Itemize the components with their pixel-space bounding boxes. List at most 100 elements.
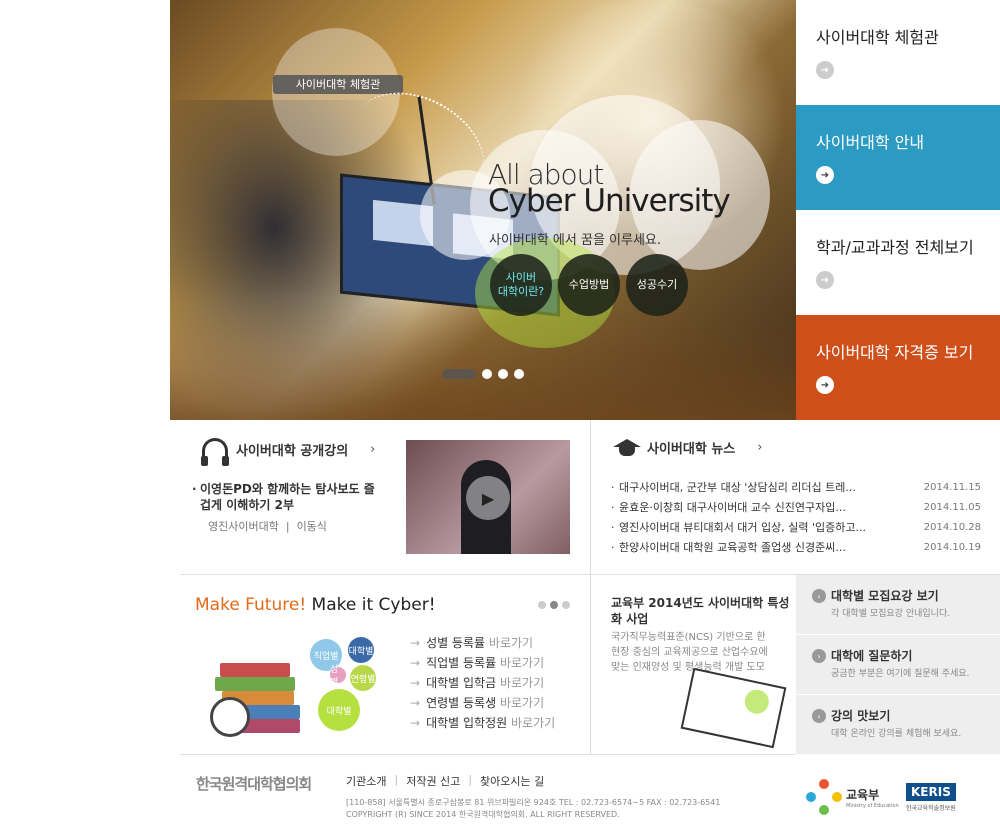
future-link-go: 바로가기	[499, 696, 545, 710]
arrow-right-icon: →	[410, 636, 421, 650]
news-item[interactable]: 한양사이버대 대학원 교육공학 졸업생 신경준씨... 2014.10.19	[611, 538, 981, 558]
moe-label: 교육부	[846, 787, 880, 802]
book	[220, 663, 290, 677]
lecture-title[interactable]: 이영돈PD와 함께하는 탐사보도 즐겁게 이해하기 2부	[192, 481, 380, 513]
news-date: 2014.11.15	[923, 482, 981, 493]
news-item[interactable]: 영진사이버대 뷰티대회서 대거 입상, 실력 '입증하고... 2014.10.2…	[611, 518, 981, 538]
menu-label: 사이버대학 체험관	[816, 28, 939, 47]
ministry-title: 교육부 2014년도 사이버대학 특성화 사업	[611, 596, 790, 626]
bubble-gender: 성별	[330, 665, 346, 688]
future-link-go: 바로가기	[499, 656, 545, 670]
lecture-video-thumbnail[interactable]: ▶	[406, 440, 570, 554]
moe-sub: Ministry of Education	[846, 802, 899, 809]
chevron-right-icon: ›	[757, 440, 763, 455]
quick-admission-guide[interactable]: › 대학별 모집요강 보기 각 대학별 모집요강 안내입니다.	[796, 575, 1000, 635]
play-icon[interactable]: ▶	[466, 476, 510, 520]
future-title-dark: Make it Cyber!	[306, 595, 436, 615]
ministry-project-banner[interactable]: 교육부 2014년도 사이버대학 특성화 사업 국가직무능력표준(NCS) 기반…	[590, 575, 796, 755]
news-title: 윤효운·이창희 대구사이버대 교수 신진연구자입...	[611, 498, 901, 518]
pager-dot[interactable]	[482, 369, 492, 379]
future-link[interactable]: → 성별 등록률 바로가기	[410, 633, 555, 653]
future-link-go: 바로가기	[511, 716, 556, 730]
circle-label: 사이버 대학이란?	[497, 271, 545, 298]
bubble-label: 연령별	[350, 674, 376, 685]
ministry-desc: 국가직무능력표준(NCS) 기반으로 한 현장 중심의 교육제공으로 산업수요에…	[611, 632, 768, 673]
news-date: 2014.10.28	[923, 522, 981, 533]
circle-label: 수업방법	[568, 278, 610, 291]
chevron-right-icon: ›	[812, 649, 826, 663]
keris-logo[interactable]: KERIS 한국교육학술정보원	[906, 781, 956, 812]
moe-symbol-icon	[806, 779, 842, 815]
make-future-section: Make Future! Make it Cyber! 직업별 대학별 성별 연…	[180, 575, 590, 755]
hero-subtitle: 사이버대학 에서 꿈을 이루세요.	[489, 233, 662, 248]
future-link-go: 바로가기	[488, 636, 534, 650]
future-link[interactable]: → 대학별 입학정원 바로가기	[410, 713, 555, 733]
menu-curriculum[interactable]: 학과/교과과정 전체보기 ➜	[796, 210, 1000, 315]
bubble-age: 연령별	[350, 665, 376, 691]
quick-label: 강의 맛보기	[831, 709, 891, 723]
chevron-right-icon: ›	[370, 441, 376, 457]
news-date: 2014.11.05	[923, 502, 981, 513]
circle-what-is-cyber[interactable]: 사이버 대학이란?	[490, 254, 552, 316]
menu-experience-hall[interactable]: 사이버대학 체험관 ➜	[796, 0, 1000, 105]
news-title: 한양사이버대 대학원 교육공학 졸업생 신경준씨...	[611, 538, 901, 558]
pager-dot[interactable]	[514, 369, 524, 379]
quick-sub: 대학 온라인 강의를 체험해 보세요.	[831, 729, 962, 739]
future-link[interactable]: → 연령별 등록생 바로가기	[410, 693, 555, 713]
footer-link-copyright[interactable]: 저작권 신고	[406, 773, 460, 789]
lecture-divider: |	[285, 520, 290, 533]
arrow-right-icon: →	[410, 676, 421, 690]
footer-link-about[interactable]: 기관소개	[346, 773, 386, 789]
arrow-right-icon: →	[410, 696, 421, 710]
news-date: 2014.10.19	[923, 542, 981, 553]
news-item[interactable]: 대구사이버대, 군간부 대상 '상담심리 리더십 트레... 2014.11.15	[611, 478, 981, 498]
moe-logo[interactable]: 교육부 Ministry of Education	[806, 779, 899, 815]
footer-link-directions[interactable]: 찾아오시는 길	[480, 773, 544, 789]
lecture-heading[interactable]: 사이버대학 공개강의 ›	[201, 438, 376, 466]
quick-lecture-preview[interactable]: › 강의 맛보기 대학 온라인 강의를 체험해 보세요.	[796, 695, 1000, 755]
future-title-orange: Make Future!	[195, 595, 307, 615]
quick-links: › 대학별 모집요강 보기 각 대학별 모집요강 안내입니다. › 대학에 질문…	[796, 575, 1000, 755]
news-item[interactable]: 윤효운·이창희 대구사이버대 교수 신진연구자입... 2014.11.05	[611, 498, 981, 518]
pager-dot[interactable]	[538, 601, 546, 609]
future-link-label: 대학별 입학정원	[426, 716, 508, 730]
menu-label: 사이버대학 안내	[816, 133, 925, 152]
lecture-professor: 이동식	[296, 520, 327, 533]
lecture-school: 영진사이버대학	[208, 520, 279, 533]
arrow-right-icon: ➜	[816, 271, 834, 289]
news-heading[interactable]: 사이버대학 뉴스 ›	[613, 438, 762, 457]
graduation-cap-icon	[613, 438, 641, 457]
chevron-right-icon: ›	[812, 589, 826, 603]
menu-guide[interactable]: 사이버대학 안내 ➜	[796, 105, 1000, 210]
books-illustration: 직업별 대학별 성별 연령별 대학별	[210, 633, 390, 743]
arrow-right-icon: →	[410, 716, 421, 730]
arrow-right-icon: ➜	[816, 166, 834, 184]
pager-dot[interactable]	[550, 601, 558, 609]
quick-ask-question[interactable]: › 대학에 질문하기 궁금한 부분은 여기에 질문해 주세요.	[796, 635, 1000, 695]
future-link[interactable]: → 직업별 등록률 바로가기	[410, 653, 555, 673]
circle-class-method[interactable]: 수업방법	[558, 254, 620, 316]
keris-label: KERIS	[906, 783, 956, 801]
quick-sub: 궁금한 부분은 여기에 질문해 주세요.	[831, 669, 970, 679]
footer-divider: |	[468, 773, 473, 786]
future-link[interactable]: → 대학별 입학금 바로가기	[410, 673, 555, 693]
menu-label: 사이버대학 자격증 보기	[816, 343, 974, 362]
pager-active[interactable]	[442, 369, 476, 379]
hero-tag[interactable]: 사이버대학 체험관	[273, 75, 403, 94]
news-heading-label: 사이버대학 뉴스	[647, 442, 736, 457]
menu-certificate[interactable]: 사이버대학 자격증 보기 ➜	[796, 315, 1000, 420]
news-list: 대구사이버대, 군간부 대상 '상담심리 리더십 트레... 2014.11.15…	[611, 478, 981, 558]
future-link-label: 성별 등록률	[426, 636, 486, 650]
future-link-label: 대학별 입학금	[426, 676, 497, 690]
headset-icon	[201, 438, 229, 466]
news-section: 사이버대학 뉴스 › 대구사이버대, 군간부 대상 '상담심리 리더십 트레..…	[590, 420, 1000, 575]
footer-links: 기관소개 | 저작권 신고 | 찾아오시는 길	[346, 773, 544, 789]
bubble-label: 성별	[330, 665, 339, 688]
circle-label: 성공수기	[636, 278, 678, 291]
pager-dot[interactable]	[498, 369, 508, 379]
news-title: 대구사이버대, 군간부 대상 '상담심리 리더십 트레...	[611, 478, 901, 498]
circle-success-story[interactable]: 성공수기	[626, 254, 688, 316]
arrow-right-icon: ➜	[816, 61, 834, 79]
pager-dot[interactable]	[562, 601, 570, 609]
chevron-right-icon: ›	[812, 709, 826, 723]
